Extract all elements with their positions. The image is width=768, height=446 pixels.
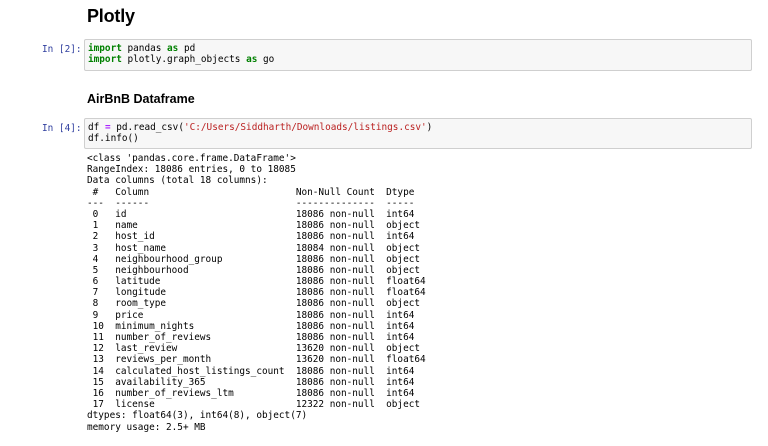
output-line: --- ------ -------------- ----- bbox=[87, 197, 426, 209]
code-text: pd bbox=[178, 43, 196, 54]
output-line: <class 'pandas.core.frame.DataFrame'> bbox=[87, 153, 296, 164]
output-line: Data columns (total 18 columns): bbox=[87, 175, 268, 187]
cell-prompt-2: In [2]: bbox=[42, 44, 82, 55]
code-line: import pandas as pd bbox=[88, 43, 751, 54]
table-row: 11 number_of_reviews 18086 non-null int6… bbox=[87, 332, 426, 343]
code-text: plotly.graph_objects bbox=[121, 54, 247, 66]
table-row: 14 calculated_host_listings_count 18086 … bbox=[87, 365, 426, 377]
code-line: import plotly.graph_objects as go bbox=[88, 54, 751, 65]
output-line: memory usage: 2.5+ MB bbox=[87, 421, 206, 433]
cell-output: <class 'pandas.core.frame.DataFrame'> Ra… bbox=[87, 153, 426, 433]
keyword: import bbox=[88, 43, 122, 54]
code-line: df = pd.read_csv('C:/Users/Siddharth/Dow… bbox=[88, 122, 751, 133]
output-line: # Column Non-Null Count Dtype bbox=[87, 186, 426, 198]
table-row: 4 neighbourhood_group 18086 non-null obj… bbox=[87, 253, 426, 265]
code-cell-imports[interactable]: import pandas as pd import plotly.graph_… bbox=[84, 39, 752, 71]
code-line: df.info() bbox=[88, 133, 139, 145]
table-row: 7 longitude 18086 non-null float64 bbox=[87, 287, 426, 299]
table-row: 5 neighbourhood 18086 non-null object bbox=[87, 264, 426, 276]
table-row: 17 license 12322 non-null object bbox=[87, 399, 426, 411]
table-row: 2 host_id 18086 non-null int64 bbox=[87, 231, 426, 243]
table-row: 16 number_of_reviews_ltm 18086 non-null … bbox=[87, 387, 426, 399]
table-row: 6 latitude 18086 non-null float64 bbox=[87, 276, 426, 288]
table-row: 8 room_type 18086 non-null object bbox=[87, 298, 426, 310]
table-row: 0 id 18086 non-null int64 bbox=[87, 208, 426, 220]
string-literal: 'C:/Users/Siddharth/Downloads/listings.c… bbox=[183, 122, 427, 133]
code-text: ) bbox=[426, 122, 433, 133]
cell-prompt-4: In [4]: bbox=[42, 123, 82, 134]
table-row: 10 minimum_nights 18086 non-null int64 bbox=[87, 320, 426, 332]
code-cell-read-csv[interactable]: df = pd.read_csv('C:/Users/Siddharth/Dow… bbox=[84, 118, 752, 149]
code-text: go bbox=[257, 54, 275, 66]
code-text: pd.read_csv( bbox=[110, 122, 184, 133]
notebook-title: Plotly bbox=[87, 6, 135, 26]
keyword: as bbox=[167, 43, 179, 54]
keyword: import bbox=[88, 54, 122, 66]
table-row: 15 availability_365 18086 non-null int64 bbox=[87, 376, 426, 388]
code-text: pandas bbox=[121, 43, 168, 54]
output-line: dtypes: float64(3), int64(8), object(7) bbox=[87, 410, 308, 422]
table-row: 13 reviews_per_month 13620 non-null floa… bbox=[87, 354, 426, 366]
keyword: as bbox=[246, 54, 258, 66]
output-line: RangeIndex: 18086 entries, 0 to 18085 bbox=[87, 164, 296, 176]
code-text: df bbox=[88, 122, 105, 133]
table-row: 12 last_review 13620 non-null object bbox=[87, 343, 426, 355]
table-row: 9 price 18086 non-null int64 bbox=[87, 309, 426, 321]
table-row: 1 name 18086 non-null object bbox=[87, 220, 426, 232]
table-row: 3 host_name 18084 non-null object bbox=[87, 242, 426, 254]
section-heading: AirBnB Dataframe bbox=[87, 92, 195, 106]
